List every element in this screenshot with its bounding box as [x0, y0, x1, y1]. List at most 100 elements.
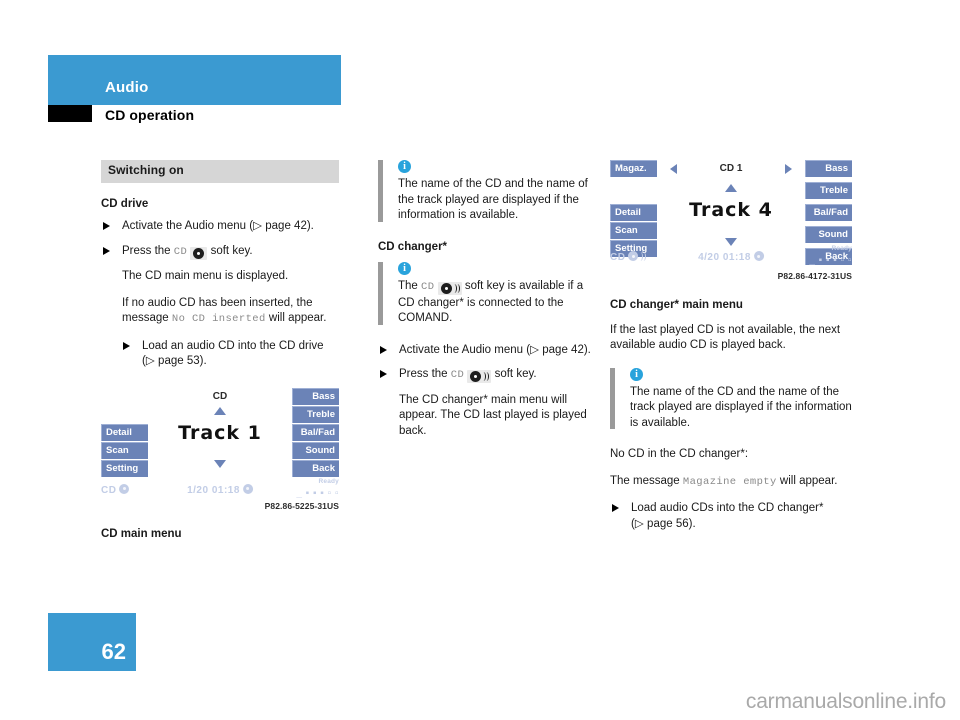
status-source-label: CD: [610, 252, 626, 263]
info-text: The name of the CD and the name of the t…: [630, 385, 852, 429]
arrow-down-icon[interactable]: [214, 459, 226, 468]
cd-changer-softkey-chip: [437, 282, 462, 296]
display-button-scan[interactable]: Scan: [610, 222, 657, 239]
bullet-triangle-icon: [123, 341, 130, 350]
info-box: i The name of the CD and the name of the…: [610, 367, 852, 432]
sound-waves-icon: [638, 251, 647, 261]
display-source-label: CD 1: [719, 163, 743, 174]
chapter-title: Audio: [105, 79, 149, 96]
disc-icon: [193, 247, 205, 259]
arrow-right-icon[interactable]: [785, 164, 792, 174]
status-source-label: CD: [101, 484, 117, 496]
display-button-sound[interactable]: Sound: [805, 226, 852, 243]
disc-icon: [753, 251, 764, 261]
figure-caption-number: P82.86-4172-31US: [777, 270, 852, 281]
info-box-rail: [378, 262, 383, 325]
status-signal: Ready _ ▪ ▪ ▪ ▫ ▫: [296, 478, 339, 502]
softkey-label: CD: [421, 281, 435, 293]
list-item: Load audio CDs into the CD changer* (▷ p…: [610, 501, 852, 532]
subhead-cd-drive: CD drive: [101, 197, 149, 210]
middle-column: i The name of the CD and the name of the…: [378, 160, 594, 450]
arrow-up-icon[interactable]: [725, 184, 737, 192]
status-signal-bars: _ ▪ ▪ ▪ ▫ ▫: [296, 487, 339, 499]
para-text-before: The message: [610, 474, 680, 487]
bullet-triangle-icon: [612, 504, 619, 512]
status-source: CD: [101, 483, 130, 499]
bullet-text: Activate the Audio menu (: [399, 343, 531, 356]
display-button-back[interactable]: Back: [292, 459, 339, 477]
display-button-bass[interactable]: Bass: [805, 160, 852, 177]
page-number-box: 62: [48, 613, 136, 671]
softkey-label: CD: [173, 245, 188, 258]
bullet-text: Activate the Audio menu (: [122, 220, 254, 232]
display-button-treble[interactable]: Treble: [292, 405, 339, 423]
bullet-triangle-icon: [380, 370, 387, 378]
page-ref-arrow-icon: ▷: [634, 517, 644, 530]
paragraph-cd-main-menu: The CD main menu is displayed.: [122, 270, 289, 282]
info-box-rail: [378, 160, 383, 222]
subhead-cd-changer: CD changer*: [378, 240, 448, 253]
disc-icon: [470, 371, 482, 383]
paragraph-no-cd-in-changer: No CD in the CD changer*:: [610, 448, 749, 460]
status-signal-bars: _ ▪ ▪ ▪ ▫ ▫: [809, 255, 852, 266]
watermark: carmanualsonline.info: [745, 690, 946, 713]
list-item: Press the CD soft key.: [378, 367, 594, 384]
info-icon: i: [398, 262, 411, 275]
display-message: No CD inserted: [171, 313, 266, 325]
display-button-scan[interactable]: Scan: [101, 441, 148, 459]
info-text: The name of the CD and the name of the t…: [398, 178, 588, 221]
status-ready-label: Ready: [831, 245, 852, 252]
bullet-text: Load audio CDs into the CD changer*: [631, 502, 824, 514]
arrow-up-icon[interactable]: [214, 406, 226, 415]
display-source-label: CD: [212, 390, 228, 402]
bullet-triangle-icon: [103, 222, 110, 230]
display-status-row: CD 4/20 01:18 Ready _ ▪ ▪ ▪ ▫ ▫: [610, 245, 852, 266]
bullet-text: Press the: [122, 244, 171, 257]
arrow-down-icon[interactable]: [725, 238, 737, 246]
page-ref-arrow-icon: ▷: [530, 343, 539, 356]
bullet-triangle-icon: [103, 246, 110, 255]
info-text-before: The: [398, 280, 418, 292]
disc-icon: [242, 483, 253, 494]
bullet-triangle-icon: [380, 345, 387, 354]
left-column: Switching on CD drive Activate the Audio…: [101, 160, 339, 542]
disc-icon: [628, 251, 639, 261]
display-message: Magazine empty: [682, 475, 777, 488]
display-button-setting[interactable]: Setting: [101, 459, 148, 477]
display-button-sound[interactable]: Sound: [292, 441, 339, 459]
bullet-text: Load an audio CD into the CD drive: [142, 339, 324, 352]
cd-changer-main-menu-display: Magaz. Detail Scan Setting Bass Treble B…: [610, 160, 852, 282]
figure-title: CD changer* main menu: [610, 299, 743, 311]
cd-changer-softkey-chip: [467, 370, 492, 384]
status-source: CD: [610, 250, 647, 266]
disc-icon: [119, 483, 130, 494]
paragraph-magazine-empty: The message Magazine empty will appear.: [610, 474, 852, 491]
sound-waves-icon: [481, 371, 490, 382]
status-ready-label: Ready: [318, 477, 339, 485]
figure-caption-number: P82.86-5225-31US: [264, 501, 339, 511]
chapter-header-band: [48, 55, 341, 105]
display-button-magaz[interactable]: Magaz.: [610, 160, 657, 177]
page-ref: ▷ page 42).: [530, 344, 591, 356]
section-bar-switching-on: Switching on: [101, 160, 339, 183]
figure-title: CD main menu: [101, 527, 182, 540]
display-button-treble[interactable]: Treble: [805, 182, 852, 199]
list-item: Activate the Audio menu (▷ page 42).: [101, 219, 339, 235]
paragraph-next-available-cd: If the last played CD is not available, …: [610, 323, 841, 352]
arrow-left-icon[interactable]: [670, 164, 677, 174]
status-signal: Ready _ ▪ ▪ ▪ ▫ ▫: [809, 245, 852, 269]
info-box-rail: [610, 367, 615, 429]
display-track-name: Track 4: [689, 199, 773, 221]
list-item: Activate the Audio menu (▷ page 42).: [378, 343, 594, 359]
para-text-after: will appear.: [268, 312, 327, 324]
display-status-row: CD 1/20 01:18 Ready _ ▪ ▪ ▪ ▫ ▫: [101, 478, 339, 499]
page-ref: (▷ page 56).: [631, 518, 696, 530]
list-item: Load an audio CD into the CD drive (▷ pa…: [121, 339, 339, 370]
display-button-bass[interactable]: Bass: [292, 387, 339, 405]
page-ref-arrow-icon: ▷: [253, 220, 262, 232]
status-track-time-label: 1/20 01:18: [187, 484, 240, 496]
page-ref-text: page 53).: [158, 355, 207, 367]
bullet-text: Press the: [399, 368, 448, 380]
bullet-text-after: soft key.: [494, 368, 537, 380]
list-item: Press the CD soft key.: [101, 244, 339, 261]
